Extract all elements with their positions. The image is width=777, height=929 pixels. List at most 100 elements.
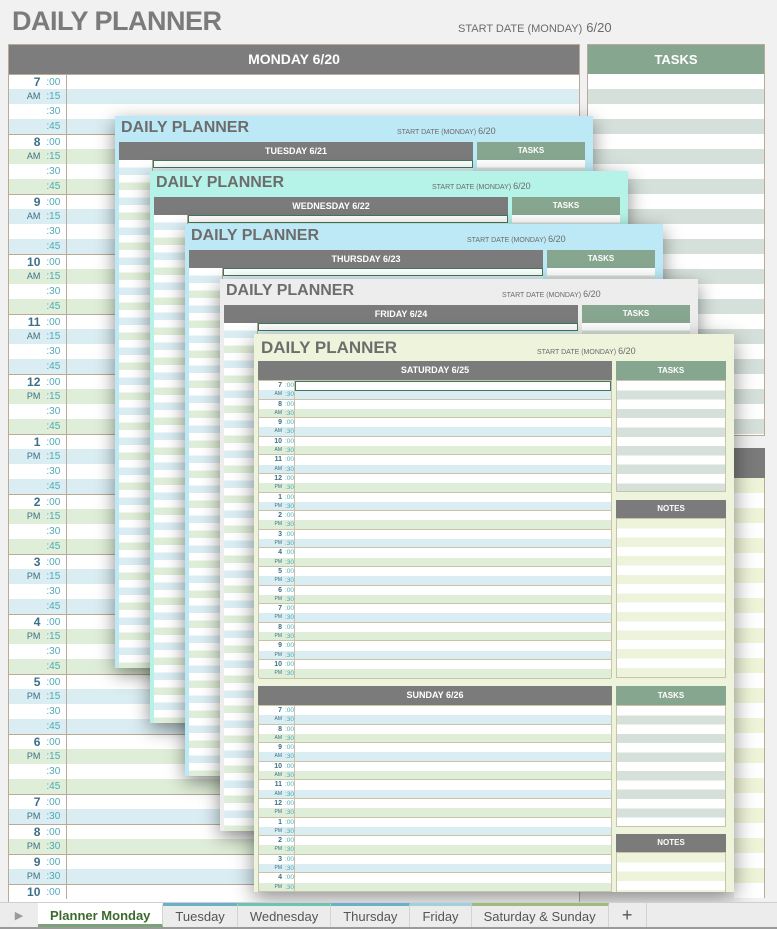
time-label: :45 [9,359,67,374]
weekend-row: 1:00 [259,492,611,502]
time-label: 6:00 [259,585,295,595]
time-label: 11:00 [9,315,67,329]
selected-cell[interactable] [153,160,473,168]
minute-label: :00 [46,557,61,568]
card-start-label: START DATE (MONDAY) [432,184,512,191]
weekend-row: 2:00 [259,511,611,521]
task-row[interactable] [588,104,764,119]
sheet-tab[interactable]: Thursday [331,903,411,927]
hour-label: 9 [33,195,41,209]
schedule-cell[interactable] [67,75,579,89]
sunday-tasks-header: TASKS [616,686,726,705]
time-label: 8:00 [9,135,67,149]
hour-label: 3 [278,855,282,863]
hour-label: 10 [27,255,41,269]
selected-cell[interactable] [223,268,543,276]
time-label: 3:00 [259,854,295,865]
ampm-label: AM [274,753,283,760]
task-row[interactable] [588,134,764,149]
time-label: AM:30 [259,446,295,455]
task-row[interactable] [588,149,764,164]
saturday-task-list[interactable] [616,380,726,492]
time-label: :45 [9,719,67,734]
hour-label: 12 [274,474,282,482]
start-date: START DATE (MONDAY) 6/20 [458,20,612,35]
selected-cell[interactable] [188,215,508,223]
weekend-row: 2:00 [259,836,611,846]
selected-cell[interactable] [295,381,611,391]
minute-label: :15 [46,631,61,642]
minute-label: :00 [285,799,295,807]
card-start-value: 6/20 [583,289,601,299]
minute-label: :15 [46,91,61,102]
time-label: 9:00 [9,855,67,869]
minute-label: :00 [285,400,295,408]
task-row[interactable] [588,89,764,104]
hour-label: 2 [278,837,282,845]
sunday-task-list[interactable] [616,705,726,827]
minute-label: :00 [285,781,295,789]
add-sheet-button[interactable]: + [609,903,647,927]
sunday-grid[interactable]: 7:00 AM:30 8:00 AM:30 9:00 AM:30 10:00 AM:30 11:… [258,705,612,892]
card-start-label: START DATE (MONDAY) [502,292,582,299]
weekend-start-value: 6/20 [618,346,636,356]
weekend-row: 3:00 [259,529,611,540]
sunday-header: SUNDAY 6/26 [258,686,612,705]
schedule-cell[interactable] [67,89,579,104]
day-header: MONDAY 6/20 [9,45,579,74]
minute-label: :00 [285,837,295,845]
minute-label: :30 [46,286,61,297]
saturday-grid[interactable]: 7:00 AM:30 8:00 AM:30 9:00 AM:30 10:00 AM:30 11:… [258,380,612,679]
time-label: 7:00 [9,75,67,89]
minute-label: :45 [46,301,61,312]
minute-label: :15 [46,271,61,282]
task-row[interactable] [588,74,764,89]
sunday-notes[interactable] [616,852,726,892]
selected-cell[interactable] [258,323,578,331]
time-label: :45 [9,119,67,134]
card-start-value: 6/20 [478,126,496,136]
time-label: 3:00 [9,555,67,569]
time-label: PM:15 [9,569,67,584]
ampm-label: PM [274,484,283,491]
time-label: 12:00 [259,473,295,484]
time-label: AM:15 [9,329,67,344]
minute-label: :30 [285,734,295,742]
time-slot-row: AM:15 [9,89,579,104]
spreadsheet-window: DAILY PLANNER START DATE (MONDAY) 6/20 MO… [0,0,777,929]
hour-label: 2 [33,495,41,509]
weekend-row: 9:00 [259,418,611,428]
start-date-value[interactable]: 6/20 [586,20,611,35]
sheet-tab[interactable]: Tuesday [163,903,238,927]
card-start-label: START DATE (MONDAY) [397,129,477,136]
minute-label: :30 [285,577,295,585]
notes-area-partial[interactable] [734,478,765,898]
saturday-notes[interactable] [616,518,726,678]
weekend-row: AM:30 [259,464,611,474]
time-label: 8:00 [259,724,295,734]
sheet-tab[interactable]: Saturday & Sunday [471,903,609,927]
hour-label: 12 [27,375,41,389]
card-start-date: START DATE (MONDAY) 6/20 [467,234,566,244]
time-label: AM:15 [9,209,67,224]
tab-scroll-icon[interactable]: ▶ [0,903,38,927]
sheet-tab[interactable]: Wednesday [237,903,332,927]
weekend-title: DAILY PLANNER [261,338,398,357]
minute-label: :00 [46,497,61,508]
time-label: PM:30 [259,520,295,529]
weekend-row: AM:30 [259,446,611,456]
minute-label: :45 [46,181,61,192]
sheet-tab[interactable]: Planner Monday [38,903,164,927]
task-row[interactable] [588,119,764,134]
minute-label: :00 [285,762,295,770]
ampm-label: PM [274,670,283,677]
ampm-label: PM [26,451,41,461]
time-label: :45 [9,539,67,554]
card-time-labels [154,215,188,723]
time-label: 4:00 [259,873,295,883]
sheet-tab[interactable]: Friday [410,903,472,927]
minute-label: :00 [285,874,295,882]
